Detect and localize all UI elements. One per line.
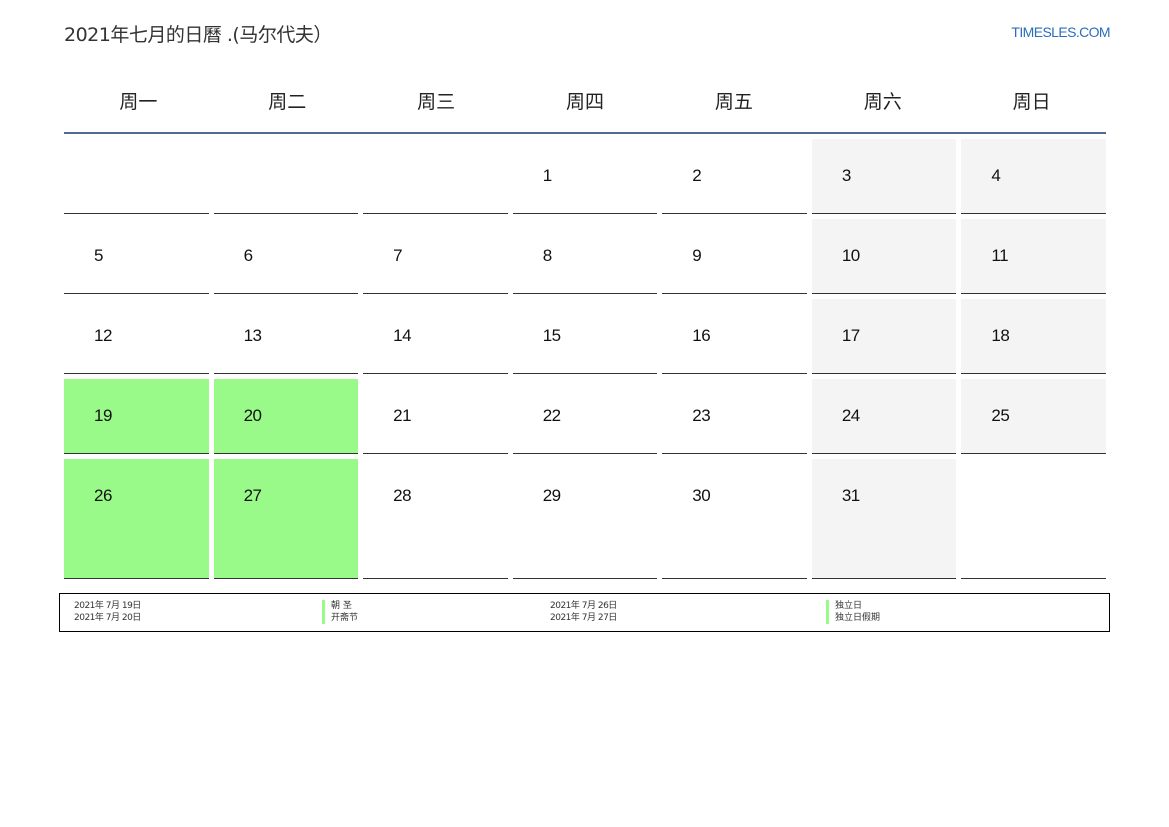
- day-number: 18: [991, 326, 1010, 345]
- legend-date: 2021年 7月 19日: [74, 601, 141, 611]
- day-number: 13: [243, 326, 262, 345]
- day-number: 21: [393, 406, 412, 425]
- empty-day-cell: [213, 139, 359, 214]
- day-number: 4: [991, 166, 1001, 185]
- site-link[interactable]: TIMESLES.COM: [1011, 24, 1110, 40]
- day-cell[interactable]: 14: [363, 299, 508, 374]
- day-cell[interactable]: 20: [213, 379, 359, 454]
- day-cell[interactable]: 28: [363, 459, 508, 579]
- legend-holiday-name: 独立日: [826, 600, 862, 612]
- day-number: 22: [542, 406, 561, 425]
- day-cell[interactable]: 15: [512, 299, 658, 374]
- day-number: 1: [542, 166, 552, 185]
- legend-date: 2021年 7月 27日: [550, 613, 617, 623]
- weekday-sunday: 周日: [1012, 90, 1051, 113]
- day-number: 31: [841, 486, 860, 505]
- day-number: 10: [841, 246, 860, 265]
- day-number: 5: [94, 246, 103, 265]
- legend-holiday-name: 独立日假期: [826, 612, 880, 624]
- day-number: 28: [393, 486, 412, 505]
- day-cell[interactable]: 4: [961, 139, 1106, 214]
- day-cell[interactable]: 8: [512, 219, 658, 294]
- day-cell[interactable]: 2: [662, 139, 807, 214]
- weekday-monday: 周一: [119, 90, 158, 113]
- day-cell[interactable]: 26: [64, 459, 209, 579]
- legend-holiday-name: 朝 圣: [322, 600, 352, 612]
- day-number: 20: [243, 406, 262, 425]
- day-cell[interactable]: 12: [64, 299, 209, 374]
- day-number: 23: [692, 406, 711, 425]
- day-cell[interactable]: 29: [512, 459, 658, 579]
- day-cell[interactable]: 11: [961, 219, 1106, 294]
- day-number: 26: [94, 486, 112, 505]
- weekday-saturday: 周六: [863, 90, 902, 113]
- day-number: 3: [841, 166, 851, 185]
- empty-day-cell: [961, 459, 1106, 579]
- day-number: 15: [542, 326, 561, 345]
- weekday-header-row: 周一 周二 周三 周四 周五 周六 周日: [64, 78, 1106, 134]
- day-number: 16: [692, 326, 711, 345]
- day-cell[interactable]: 31: [811, 459, 957, 579]
- day-cell[interactable]: 10: [811, 219, 957, 294]
- day-number: 7: [393, 246, 403, 265]
- legend-date: 2021年 7月 20日: [74, 613, 141, 623]
- weekday-wednesday: 周三: [417, 90, 456, 113]
- day-cell[interactable]: 30: [662, 459, 807, 579]
- day-number: 17: [841, 326, 860, 345]
- day-cell[interactable]: 25: [961, 379, 1106, 454]
- calendar-grid: 1 2 3 4 5 6 7 8 9 10 11 12 13 14 15 16 17 18 19 20 21 22 23 24 2…: [64, 139, 1106, 579]
- legend-date: 2021年 7月 26日: [550, 601, 617, 611]
- day-cell[interactable]: 5: [64, 219, 209, 294]
- day-number: 30: [692, 486, 711, 505]
- holiday-legend: 2021年 7月 19日 2021年 7月 20日 朝 圣 开斋节 2021年 …: [59, 593, 1110, 632]
- day-number: 19: [94, 406, 112, 425]
- day-cell[interactable]: 21: [363, 379, 508, 454]
- day-cell[interactable]: 17: [811, 299, 957, 374]
- day-cell[interactable]: 22: [512, 379, 658, 454]
- day-cell[interactable]: 6: [213, 219, 359, 294]
- day-number: 27: [243, 486, 262, 505]
- legend-holiday-name: 开斋节: [322, 612, 358, 624]
- day-cell[interactable]: 27: [213, 459, 359, 579]
- day-cell[interactable]: 13: [213, 299, 359, 374]
- day-number: 8: [542, 246, 552, 265]
- empty-day-cell: [363, 139, 508, 214]
- page-title: 2021年七月的日曆 .(马尔代夫）: [64, 24, 332, 46]
- day-number: 25: [991, 406, 1010, 425]
- day-cell[interactable]: 23: [662, 379, 807, 454]
- day-cell[interactable]: 24: [811, 379, 957, 454]
- day-number: 11: [991, 246, 1009, 265]
- day-cell[interactable]: 19: [64, 379, 209, 454]
- day-cell[interactable]: 9: [662, 219, 807, 294]
- day-number: 2: [692, 166, 702, 185]
- day-cell[interactable]: 3: [811, 139, 957, 214]
- day-number: 12: [94, 326, 112, 345]
- day-number: 6: [243, 246, 253, 265]
- weekday-thursday: 周四: [565, 90, 604, 113]
- day-cell[interactable]: 1: [512, 139, 658, 214]
- day-cell[interactable]: 16: [662, 299, 807, 374]
- empty-day-cell: [64, 139, 209, 214]
- day-number: 24: [841, 406, 860, 425]
- day-number: 29: [542, 486, 561, 505]
- weekday-tuesday: 周二: [268, 90, 307, 113]
- day-cell[interactable]: 7: [363, 219, 508, 294]
- day-cell[interactable]: 18: [961, 299, 1106, 374]
- day-number: 14: [393, 326, 412, 345]
- weekday-friday: 周五: [714, 90, 753, 113]
- day-number: 9: [692, 246, 702, 265]
